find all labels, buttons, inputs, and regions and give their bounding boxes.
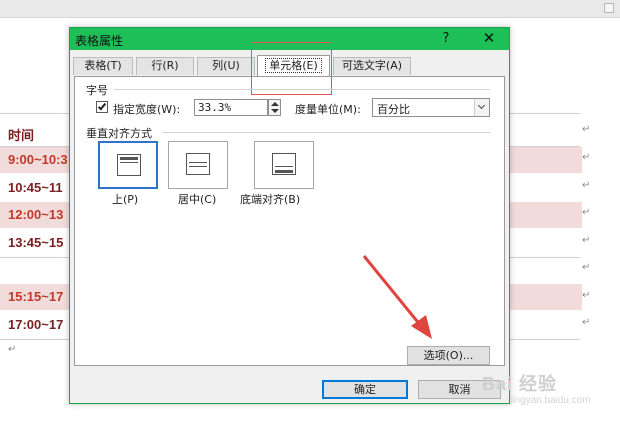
annotation-arrow [362,255,432,339]
watermark-text: Bai 经验 [482,374,558,394]
baidu-watermark: Bai 经验 jingyan.baidu.com [472,370,618,416]
watermark-url: jingyan.baidu.com [510,395,591,406]
